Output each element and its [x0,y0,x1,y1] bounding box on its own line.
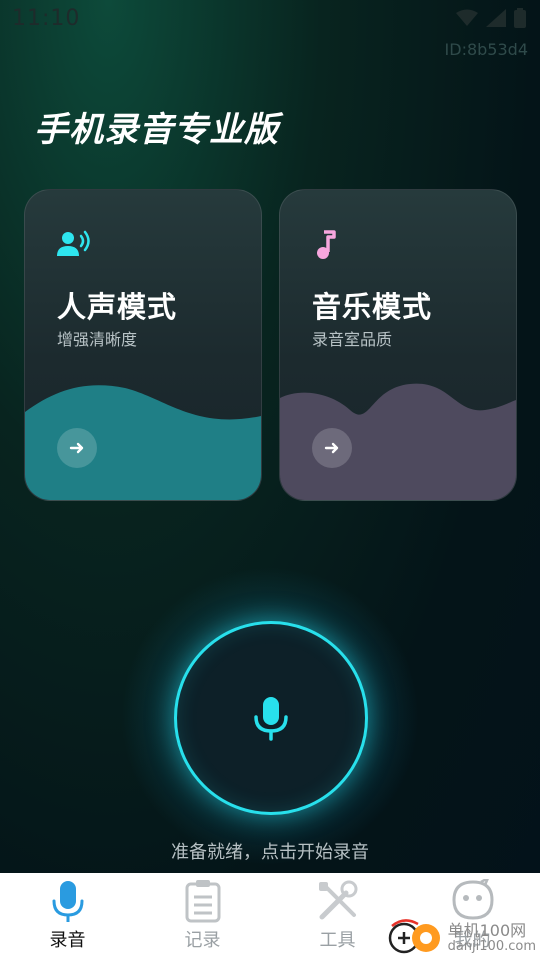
watermark-brand: 单机100网 [447,920,527,940]
wifi-icon [456,9,478,26]
profile-icon [451,879,494,920]
watermark-url: danji100.com [447,938,536,954]
tools-icon [318,880,357,920]
voice-icon [57,230,90,256]
signal-icon [486,9,506,27]
device-id: ID:8b53d4 [444,40,528,59]
music-mode-card[interactable]: 音乐模式 录音室品质 [279,189,517,501]
mic-icon [52,881,83,922]
status-icons [456,8,526,28]
mic-icon [254,697,288,741]
tab-record-label: 录音 [49,930,86,951]
voice-mode-card[interactable]: 人声模式 增强清晰度 [24,189,262,501]
voice-mode-title: 人声模式 [57,290,178,324]
tab-tools-label: 工具 [319,930,356,951]
arrow-right-icon [324,442,339,454]
music-note-icon [317,230,336,259]
music-mode-subtitle: 录音室品质 [312,330,393,349]
voice-mode-arrow-button[interactable] [57,428,97,468]
battery-icon [514,8,526,28]
record-status-text: 准备就绪，点击开始录音 [171,842,369,863]
music-mode-arrow-button[interactable] [312,428,352,468]
clipboard-icon [185,880,220,923]
status-bar: 11:10 [0,0,540,40]
record-button[interactable] [174,621,368,815]
music-mode-title: 音乐模式 [312,290,433,324]
arrow-right-icon [69,442,84,454]
voice-mode-subtitle: 增强清晰度 [57,330,138,349]
watermark: 单机100网 danji100.com [388,918,536,958]
app-title: 手机录音专业版 [34,110,279,150]
tab-record[interactable]: 录音 [0,873,135,960]
tab-history[interactable]: 记录 [135,873,270,960]
watermark-logo-icon [388,919,440,954]
tab-history-label: 记录 [184,930,221,951]
watermark-text: 单机100网 danji100.com [447,920,536,954]
tab-tools[interactable]: 工具 [270,873,405,960]
status-time: 11:10 [12,6,81,31]
